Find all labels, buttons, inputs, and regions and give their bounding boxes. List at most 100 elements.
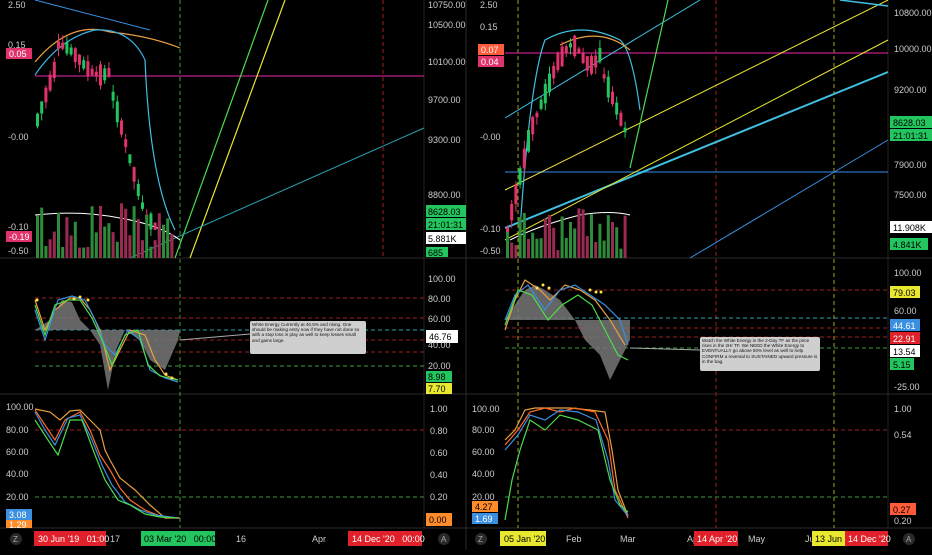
tick-label: -0.50	[8, 246, 29, 256]
zoom-button-label: Z	[478, 535, 483, 544]
tick-label: -0.10	[480, 224, 501, 234]
tick-label: 60.00	[6, 447, 29, 457]
candle-body	[527, 129, 530, 152]
tick-label: 2.50	[8, 0, 26, 10]
tick-label: Feb	[566, 534, 582, 544]
candle-body	[560, 46, 564, 67]
auto-scale-label: A	[906, 535, 912, 544]
tick-label: 9200.00	[894, 85, 927, 95]
tick-label: 100.00	[472, 404, 500, 414]
tick-label: 80.00	[6, 425, 29, 435]
tick-label: 0.80	[430, 426, 448, 436]
volume-bar	[162, 224, 165, 258]
volume-bar	[107, 223, 111, 258]
candle-body	[506, 227, 509, 233]
tick-label: 0.60	[430, 448, 448, 458]
date-badge: 14 Apr '20	[697, 534, 737, 544]
candle-body	[73, 48, 77, 63]
tick-label: 100.00	[428, 274, 456, 284]
candle-body	[36, 113, 39, 127]
volume-bar	[99, 205, 102, 258]
auto-scale-button[interactable]: A	[903, 533, 915, 545]
tick-label: 9300.00	[428, 135, 461, 145]
volume-bar	[506, 231, 509, 258]
tick-label: 9700.00	[428, 95, 461, 105]
tick-label: -25.00	[894, 382, 920, 392]
candle-body	[543, 83, 547, 104]
tick-label: May	[748, 534, 766, 544]
tick-label: 100.00	[6, 402, 34, 412]
volume-bar	[73, 221, 77, 258]
tick-label: 40.00	[6, 469, 29, 479]
volume-bar	[564, 237, 568, 258]
tick-label: -0.00	[480, 132, 501, 142]
candle-body	[598, 48, 602, 62]
candle-body	[535, 112, 539, 118]
candle-body	[585, 56, 589, 71]
candle-body	[44, 87, 48, 103]
volume-bar	[602, 240, 606, 258]
candle-body	[48, 74, 52, 91]
tick-label: 8800.00	[428, 190, 461, 200]
candle-body	[136, 183, 140, 197]
candle-body	[556, 52, 560, 70]
volume-bar	[120, 203, 123, 258]
candle-body	[552, 65, 556, 79]
candle-body	[594, 55, 598, 68]
volume-bar	[569, 222, 572, 258]
tick-label: 7900.00	[894, 160, 927, 170]
candle-body	[573, 35, 577, 57]
candle-body	[115, 101, 119, 123]
volume-bar	[44, 245, 48, 258]
volume-bar	[518, 217, 522, 258]
tick-label: 7500.00	[894, 190, 927, 200]
volume-bar	[590, 214, 593, 258]
volume-bar	[40, 207, 44, 258]
tick-label: 10100.00	[428, 57, 466, 67]
candle-body	[577, 48, 581, 54]
candle-body	[132, 167, 136, 182]
volume-bar	[543, 218, 547, 258]
candle-body	[602, 74, 606, 79]
tick-label: 80.00	[428, 294, 451, 304]
candle-body	[611, 91, 614, 105]
countdown-label: 21:01:31	[428, 220, 463, 230]
volume-label: 5.881K	[428, 234, 457, 244]
tick-label: 60.00	[472, 447, 495, 457]
volume-bar	[103, 226, 107, 258]
volume-bar	[153, 240, 157, 258]
volume-bar	[69, 235, 73, 258]
volume-bar	[86, 246, 90, 258]
date-badge: 14 Dec '20	[848, 534, 891, 544]
candle-body	[531, 117, 535, 135]
volume-bar	[531, 232, 535, 258]
candle-body	[539, 99, 543, 109]
tick-label: 100.00	[894, 268, 922, 278]
volume-bar	[522, 212, 526, 258]
candle-body	[522, 148, 526, 169]
current-value-label: 7.70	[428, 384, 446, 394]
volume-bar	[560, 216, 564, 258]
tick-label: Apr	[312, 534, 326, 544]
zoom-button[interactable]: Z	[475, 533, 487, 545]
volume-bar	[82, 247, 86, 258]
current-value-label: 22.91	[893, 334, 916, 344]
tick-label: 10800.00	[894, 8, 932, 18]
tick-label: Mar	[620, 534, 636, 544]
date-badge: 05 Jan '20	[504, 534, 545, 544]
auto-scale-button[interactable]: A	[438, 533, 450, 545]
current-value-label: 3.08	[9, 510, 27, 520]
candle-body	[111, 91, 115, 101]
candle-body	[153, 222, 157, 230]
last-price-label: 8628.03	[893, 118, 926, 128]
candle-body	[94, 71, 98, 77]
candle-body	[128, 154, 132, 164]
tick-label: 40.00	[472, 469, 495, 479]
chart-canvas: 2.50 0.15 0.05 -0.00 -0.10 -0.19 -0.50 1…	[0, 0, 932, 550]
volume-bar	[527, 238, 530, 258]
tick-label: 20.00	[428, 361, 451, 371]
volume-bar	[581, 209, 585, 258]
volume-bar	[78, 247, 81, 258]
zoom-button[interactable]: Z	[10, 533, 22, 545]
volume-bar	[619, 248, 623, 258]
